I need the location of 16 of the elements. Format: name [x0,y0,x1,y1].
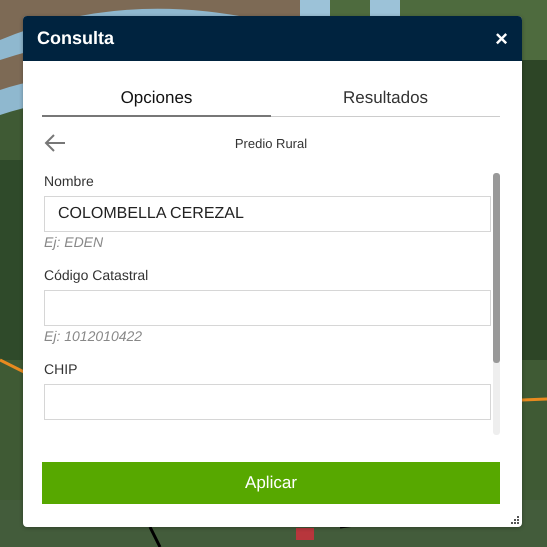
scrollbar[interactable] [493,173,500,435]
input-field[interactable]: COLOMBELLA CEREZAL [44,196,491,232]
resize-grip-icon[interactable] [510,515,520,525]
field-label: Código Catastral [44,267,150,283]
panel-subtitle: Predio Rural [234,136,308,150]
tab[interactable]: Opciones [42,85,271,117]
input-field[interactable] [44,290,491,326]
close-button[interactable]: × [495,28,508,50]
window-title: Consulta [37,28,114,49]
field-hint: Ej: EDEN [44,234,104,250]
field-label: CHIP [44,361,78,377]
back-arrow-icon[interactable] [44,134,66,152]
field-hint: Ej: 1012010422 [44,328,144,344]
input-field[interactable] [44,384,491,420]
tab[interactable]: Resultados [271,85,500,117]
field-label: Nombre [44,173,95,189]
